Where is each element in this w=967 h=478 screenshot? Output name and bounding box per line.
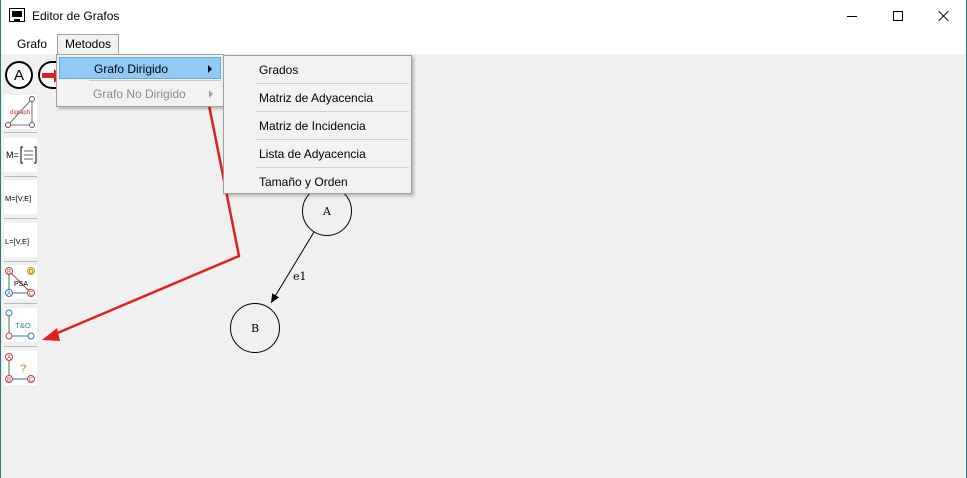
menu-item-grafo-dirigido[interactable]: Grafo Dirigido	[59, 57, 221, 79]
minimize-button[interactable]	[829, 0, 875, 32]
menu-item-grafo-no-dirigido-label: Grafo No Dirigido	[93, 87, 186, 101]
digraph-tool-text: digraph	[10, 110, 30, 116]
sidebar-divider	[4, 303, 37, 304]
maximize-icon	[893, 11, 903, 21]
menu-bar: Grafo Metodos	[1, 32, 966, 54]
sidebar-divider	[4, 132, 37, 133]
grafo-dirigido-submenu: Grados Matriz de Adyacencia Matriz de In…	[223, 55, 412, 194]
menu-item-grados[interactable]: Grados	[226, 57, 409, 83]
graph-canvas[interactable]	[41, 92, 966, 478]
menu-grafo[interactable]: Grafo	[10, 34, 54, 54]
metodos-dropdown: Grafo Dirigido Grafo No Dirigido	[56, 54, 224, 107]
submenu-arrow-icon	[209, 90, 213, 98]
menu-separator	[256, 111, 409, 112]
incidence-matrix-icon: M=[V,E]	[5, 194, 31, 203]
svg-text:B: B	[7, 378, 11, 384]
minimize-icon	[847, 15, 857, 17]
menu-item-grafo-dirigido-label: Grafo Dirigido	[94, 62, 169, 76]
size-order-tool-button[interactable]: T&O	[4, 308, 37, 342]
close-button[interactable]	[921, 0, 967, 32]
adjacency-matrix-icon: M=	[6, 146, 37, 164]
menu-item-grafo-no-dirigido: Grafo No Dirigido	[59, 83, 221, 105]
node-tool-label: A	[13, 66, 24, 84]
app-icon	[9, 8, 25, 22]
psa-tool-text: PSA	[14, 281, 28, 288]
sidebar-divider	[4, 346, 37, 347]
sidebar-divider	[4, 261, 37, 262]
window-title: Editor de Grafos	[32, 9, 120, 23]
adjacency-list-icon: L=[V,E]	[5, 237, 29, 246]
menu-separator	[89, 80, 221, 81]
incidence-matrix-tool-button[interactable]: M=[V,E]	[4, 180, 37, 214]
digraph-icon: digraph	[5, 96, 35, 128]
menu-separator	[256, 167, 409, 168]
menu-item-matriz-adyacencia[interactable]: Matriz de Adyacencia	[226, 85, 409, 111]
query-tool-button[interactable]: A B C ?	[4, 351, 37, 385]
sidebar-divider	[4, 218, 37, 219]
query-tool-text: ?	[20, 363, 26, 375]
menu-separator	[256, 83, 409, 84]
menu-item-lista-adyacencia[interactable]: Lista de Adyacencia	[226, 141, 409, 167]
sidebar-divider	[4, 176, 37, 177]
adjacency-matrix-tool-button[interactable]: M=	[4, 138, 37, 172]
size-order-tool-text: T&O	[15, 321, 31, 330]
svg-text:C: C	[29, 292, 34, 298]
adjacency-list-tool-button[interactable]: L=[V,E]	[4, 223, 37, 257]
digraph-tool-button[interactable]: digraph	[4, 95, 37, 129]
svg-text:C: C	[29, 378, 34, 384]
adjacency-list-tool-text: L=[V,E]	[5, 237, 29, 246]
add-node-tool[interactable]: A	[5, 61, 33, 89]
svg-text:D: D	[29, 270, 34, 276]
query-icon: A B C ?	[5, 353, 35, 384]
menu-item-tamano-orden[interactable]: Tamaño y Orden	[226, 169, 409, 195]
size-order-icon: T&O	[5, 309, 35, 340]
incidence-matrix-tool-text: M=[V,E]	[5, 194, 31, 203]
psa-icon: B D A C PSA	[5, 267, 35, 298]
svg-text:A: A	[7, 356, 11, 362]
menu-item-matriz-incidencia[interactable]: Matriz de Incidencia	[226, 113, 409, 139]
menu-metodos[interactable]: Metodos	[57, 34, 120, 54]
title-bar[interactable]: Editor de Grafos	[1, 0, 966, 32]
submenu-arrow-icon	[208, 65, 212, 73]
maximize-button[interactable]	[875, 0, 921, 32]
menu-separator	[256, 139, 409, 140]
svg-text:B: B	[7, 270, 11, 276]
close-icon	[938, 10, 950, 22]
psa-tool-button[interactable]: B D A C PSA	[4, 265, 37, 299]
adjacency-matrix-tool-text: M=	[6, 150, 19, 160]
svg-text:A: A	[7, 292, 11, 298]
app-window: Editor de Grafos Grafo Metodos A digraph…	[0, 0, 967, 478]
